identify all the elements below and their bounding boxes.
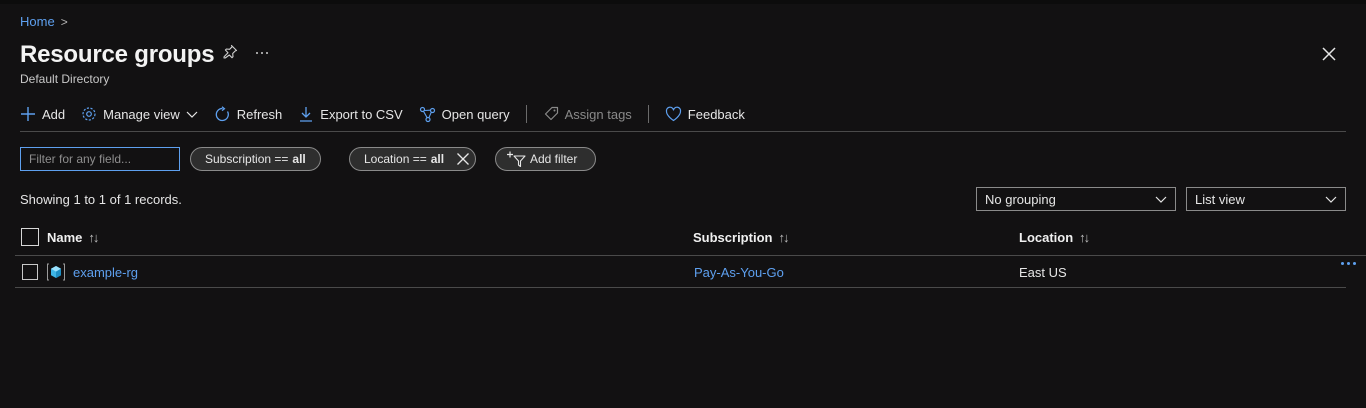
- grouping-selected: No grouping: [985, 191, 1056, 207]
- sort-icon[interactable]: ↑↓: [88, 230, 99, 245]
- toolbar-separator: [525, 105, 527, 123]
- add-filter-label: Add filter: [530, 152, 578, 166]
- export-csv-label: Export to CSV: [320, 106, 403, 122]
- column-header-label: Location: [1019, 230, 1074, 245]
- column-header-location[interactable]: Location ↑↓: [1019, 230, 1090, 245]
- page-subtitle: Default Directory: [20, 72, 110, 86]
- subscription-filter-value: all: [292, 152, 306, 166]
- ellipsis-icon[interactable]: [254, 44, 270, 65]
- column-header-name[interactable]: Name ↑↓: [47, 230, 99, 245]
- column-header-subscription[interactable]: Subscription ↑↓: [693, 230, 789, 245]
- command-bar: Add Manage view Refresh Export to CSV Op…: [20, 102, 761, 126]
- resource-group-link[interactable]: example-rg: [73, 265, 138, 280]
- manage-view-button[interactable]: Manage view: [81, 106, 198, 122]
- feedback-button[interactable]: Feedback: [665, 106, 745, 122]
- table-row-divider: [15, 287, 1346, 288]
- chevron-down-icon: [1325, 196, 1337, 203]
- page-title: Resource groups: [20, 41, 215, 68]
- breadcrumb-home-link[interactable]: Home: [20, 14, 55, 29]
- location-filter-value: all: [430, 152, 445, 166]
- grouping-dropdown[interactable]: No grouping: [976, 187, 1176, 211]
- view-selected: List view: [1195, 191, 1245, 207]
- feedback-label: Feedback: [687, 106, 745, 122]
- download-icon: [300, 107, 313, 122]
- add-filter-icon: [507, 151, 526, 167]
- breadcrumb: Home >: [20, 14, 68, 29]
- add-button[interactable]: Add: [20, 106, 65, 122]
- assign-tags-label: Assign tags: [564, 106, 632, 122]
- breadcrumb-separator: >: [60, 14, 68, 29]
- row-more-icon[interactable]: [1341, 262, 1356, 265]
- toolbar-separator: [647, 105, 649, 123]
- sort-icon[interactable]: ↑↓: [778, 230, 789, 245]
- location-filter-label: Location ==: [364, 152, 427, 166]
- toolbar-divider: [20, 131, 1346, 132]
- open-query-button[interactable]: Open query: [419, 106, 510, 123]
- column-header-label: Name: [47, 230, 83, 245]
- export-csv-button[interactable]: Export to CSV: [298, 106, 403, 122]
- select-all-checkbox[interactable]: [21, 228, 39, 246]
- chevron-down-icon: [1155, 196, 1167, 203]
- column-header-label: Subscription: [693, 230, 773, 245]
- plus-icon: [21, 107, 35, 121]
- title-actions: [222, 44, 270, 65]
- open-query-label: Open query: [441, 106, 510, 122]
- manage-view-label: Manage view: [103, 106, 180, 122]
- refresh-label: Refresh: [236, 106, 283, 122]
- tag-icon: [544, 106, 558, 121]
- subscription-filter-pill[interactable]: Subscription == all: [190, 147, 321, 171]
- location-cell: East US: [1019, 265, 1067, 280]
- view-dropdown[interactable]: List view: [1186, 187, 1346, 211]
- refresh-icon: [215, 105, 229, 121]
- location-filter-pill[interactable]: Location == all: [349, 147, 477, 171]
- row-checkbox[interactable]: [22, 264, 38, 280]
- refresh-button[interactable]: Refresh: [214, 105, 283, 123]
- filter-input[interactable]: [20, 147, 180, 171]
- close-icon[interactable]: [1320, 45, 1338, 66]
- pin-icon[interactable]: [222, 44, 238, 65]
- records-count: Showing 1 to 1 of 1 records.: [20, 192, 182, 207]
- add-filter-button[interactable]: Add filter: [495, 147, 597, 171]
- sort-icon[interactable]: ↑↓: [1079, 230, 1090, 245]
- assign-tags-button[interactable]: Assign tags: [543, 106, 632, 122]
- close-icon[interactable]: [456, 152, 470, 166]
- add-label: Add: [42, 106, 66, 122]
- resource-group-icon: [47, 263, 65, 284]
- gear-icon: [82, 107, 96, 121]
- table-header-divider: [15, 255, 1366, 256]
- subscription-filter-label: Subscription ==: [205, 152, 289, 166]
- chevron-down-icon: [186, 111, 198, 118]
- heart-icon: [665, 106, 681, 122]
- query-icon: [419, 106, 435, 122]
- subscription-link[interactable]: Pay-As-You-Go: [694, 265, 784, 280]
- top-strip: [0, 0, 1366, 4]
